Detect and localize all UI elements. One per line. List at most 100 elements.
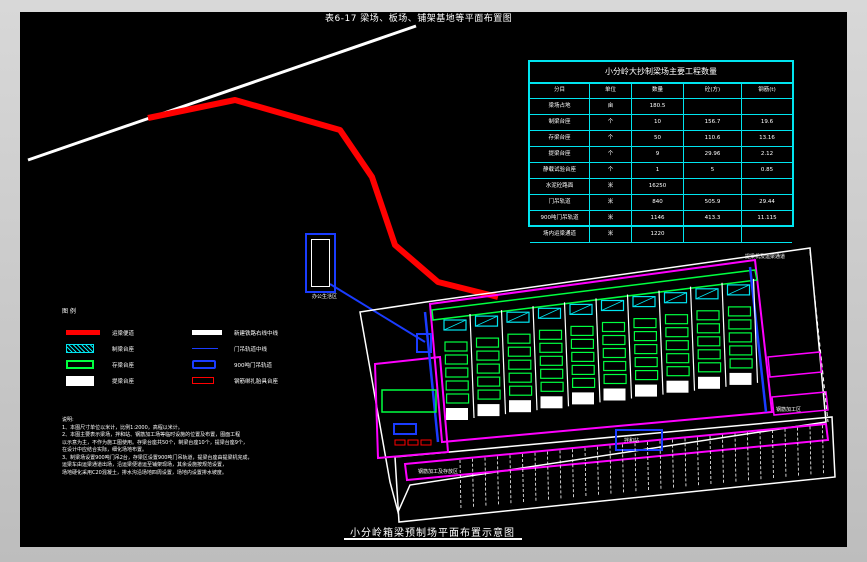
bottom-lot-divider — [697, 437, 699, 488]
left-red-block-2 — [407, 439, 419, 446]
storage-pedestal — [601, 321, 626, 333]
storage-pedestal — [475, 337, 500, 348]
storage-pedestal — [477, 376, 501, 387]
lifting-pedestal — [477, 404, 500, 417]
storage-pedestal — [728, 319, 752, 330]
site-magenta-left — [373, 355, 450, 460]
site-label-right-block: 钢筋加工区 — [776, 407, 802, 413]
storage-pedestal — [538, 329, 563, 340]
bottom-lot-divider — [747, 432, 749, 483]
lifting-pedestal — [698, 376, 720, 389]
casting-pedestal-hatch — [664, 292, 687, 304]
bottom-lot-divider — [522, 453, 524, 505]
storage-pedestal — [665, 327, 689, 338]
casting-pedestal-hatch — [443, 319, 467, 331]
casting-pedestal-hatch — [475, 315, 498, 327]
left-red-block-3 — [420, 439, 432, 446]
bottom-lot-divider — [584, 447, 587, 499]
casting-pedestal-hatch — [506, 311, 530, 323]
storage-pedestal — [444, 354, 468, 365]
bottom-lot-divider — [672, 439, 674, 490]
storage-pedestal — [570, 325, 594, 336]
storage-pedestal — [634, 344, 658, 355]
storage-pedestal — [634, 357, 658, 368]
bottom-lot-divider — [797, 427, 799, 478]
bottom-lot-divider — [772, 429, 774, 481]
storage-pedestal — [508, 359, 532, 370]
storage-pedestal — [696, 310, 720, 321]
storage-pedestal — [540, 368, 564, 379]
site-label-bottom-block: 钢筋加工及存放区 — [418, 469, 459, 475]
casting-pedestal-hatch — [632, 296, 656, 307]
storage-pedestal — [665, 340, 689, 351]
storage-pedestal — [696, 323, 721, 334]
storage-pedestal — [697, 336, 721, 347]
bottom-lot-divider — [734, 433, 737, 484]
column-divider — [721, 282, 727, 387]
drawing-title-bottom: 小分岭箱梁预制场平面布置示意图 — [350, 528, 515, 539]
storage-pedestal — [603, 373, 627, 385]
bottom-lot-divider — [784, 428, 787, 479]
storage-pedestal — [633, 318, 657, 329]
storage-pedestal — [666, 353, 690, 364]
bottom-lot-divider — [759, 431, 762, 482]
storage-pedestal — [539, 342, 563, 353]
storage-pedestal — [729, 345, 753, 356]
title-underline — [344, 538, 522, 540]
cad-viewport-frame: 表6-17 梁场、板场、铺架基地等平面布置图 办公生活区 小分岭大抄制梁场主要工… — [0, 0, 867, 562]
bottom-lot-divider — [722, 434, 724, 485]
storage-pedestal — [728, 332, 752, 343]
lifting-pedestal — [572, 392, 594, 405]
column-divider — [658, 290, 664, 395]
storage-pedestal — [633, 331, 658, 342]
bottom-lot-divider — [559, 450, 562, 501]
left-green-block — [381, 389, 437, 413]
bottom-lot-divider — [472, 458, 474, 509]
storage-pedestal — [507, 333, 531, 344]
bottom-lot-divider — [484, 457, 487, 508]
lifting-pedestal — [729, 372, 752, 385]
site-label-center-block: 拌和站 — [624, 438, 640, 444]
column-divider — [500, 310, 507, 415]
column-divider — [563, 302, 570, 407]
storage-pedestal — [507, 346, 531, 357]
right-block — [767, 351, 823, 378]
casting-pedestal-hatch — [538, 307, 561, 319]
site-label-top-right: 提梁机及运梁通道 — [745, 254, 786, 260]
lifting-pedestal — [666, 380, 689, 393]
casting-pedestal-hatch — [727, 284, 750, 296]
bottom-lot-divider — [572, 449, 574, 500]
lifting-pedestal — [446, 408, 468, 420]
lifting-pedestal — [540, 396, 563, 409]
bottom-lot-divider — [809, 426, 812, 477]
storage-pedestal — [634, 370, 659, 381]
storage-pedestal — [602, 347, 626, 359]
bottom-lot-divider — [547, 451, 549, 502]
storage-pedestal — [509, 385, 533, 396]
site-plan — [359, 247, 836, 523]
storage-pedestal — [570, 338, 595, 349]
storage-pedestal — [727, 306, 752, 317]
bottom-lot-divider — [609, 445, 612, 496]
storage-pedestal — [666, 366, 690, 377]
storage-pedestal — [476, 350, 500, 361]
lifting-pedestal — [603, 388, 626, 401]
bottom-lot-divider — [509, 455, 512, 506]
casting-pedestal-hatch — [695, 288, 719, 300]
casting-pedestal-hatch — [601, 300, 624, 311]
drawing-canvas[interactable]: 表6-17 梁场、板场、铺架基地等平面布置图 办公生活区 小分岭大抄制梁场主要工… — [20, 12, 847, 547]
storage-pedestal — [697, 362, 722, 373]
lifting-pedestal — [509, 400, 531, 413]
left-blue-block — [393, 423, 417, 435]
storage-pedestal — [571, 351, 595, 362]
storage-pedestal — [508, 372, 532, 383]
storage-pedestal — [571, 364, 595, 375]
bottom-lot-divider — [534, 452, 537, 503]
casting-pedestal-hatch — [569, 304, 593, 315]
column-divider — [689, 286, 696, 391]
column-divider — [626, 294, 633, 399]
bottom-lot-divider — [822, 425, 824, 476]
column-divider — [469, 313, 475, 419]
storage-pedestal — [697, 349, 721, 360]
bottom-lot-divider — [622, 444, 624, 495]
